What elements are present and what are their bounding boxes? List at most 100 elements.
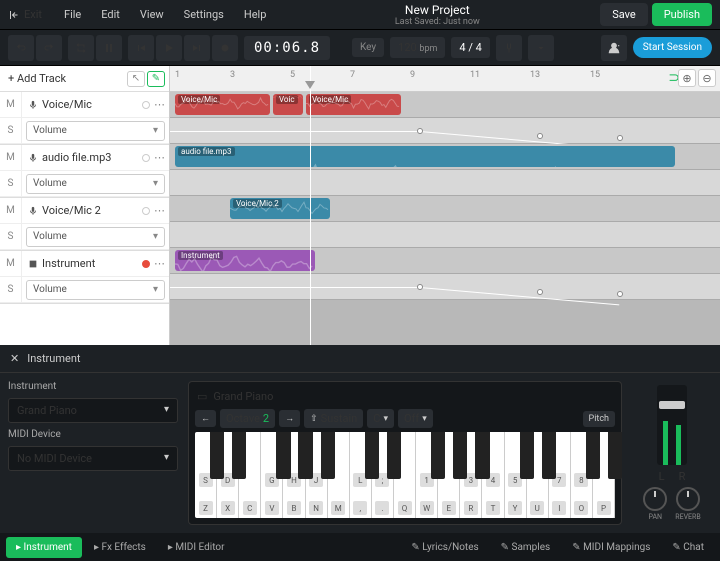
reverb-knob[interactable]: [676, 487, 700, 511]
arranger-lane[interactable]: audio file.mp3: [170, 144, 720, 170]
midi-device-select[interactable]: No MIDI Device: [8, 446, 178, 471]
start-session-button[interactable]: Start Session: [633, 37, 712, 58]
volume-select[interactable]: Volume: [26, 227, 165, 247]
piano-black-key[interactable]: [232, 432, 246, 479]
playhead[interactable]: [310, 66, 311, 345]
key-selector[interactable]: Key: [352, 38, 384, 57]
timecode-display[interactable]: 00:06.8: [244, 36, 330, 60]
volume-select[interactable]: Volume: [26, 121, 165, 141]
publish-button[interactable]: Publish: [652, 3, 712, 26]
piano-black-key[interactable]: [520, 432, 534, 479]
tool-pointer[interactable]: ↖: [127, 71, 145, 87]
audio-clip[interactable]: Instrument: [175, 250, 315, 271]
tool-draw[interactable]: ✎: [147, 71, 165, 87]
add-track-button[interactable]: + Add Track ↖ ✎: [0, 66, 169, 92]
exit-button[interactable]: Exit: [8, 8, 42, 21]
metronome-button[interactable]: [96, 35, 122, 61]
menu-help[interactable]: Help: [236, 4, 275, 25]
bottom-tab-instrument[interactable]: ▸ Instrument: [6, 537, 82, 558]
piano-black-key[interactable]: [387, 432, 401, 479]
bpm-selector[interactable]: 120 bpm: [390, 37, 445, 58]
solo-button[interactable]: S: [0, 118, 22, 143]
mute-button[interactable]: M: [0, 198, 22, 223]
mute-button[interactable]: M: [0, 251, 22, 276]
track-menu-button[interactable]: ⋯: [150, 98, 169, 111]
mute-button[interactable]: M: [0, 145, 22, 170]
track-menu-button[interactable]: ⋯: [150, 204, 169, 217]
bottom-tab-chat[interactable]: ✎ Chat: [662, 537, 714, 558]
bottom-tab-fx effects[interactable]: ▸ Fx Effects: [84, 537, 156, 558]
audio-clip[interactable]: Voice/Mic 2: [230, 198, 330, 219]
arm-record-button[interactable]: [142, 101, 150, 109]
menu-edit[interactable]: Edit: [93, 4, 128, 25]
bottom-tab--ample-[interactable]: ✎ Samples: [491, 537, 561, 558]
arm-record-button[interactable]: [142, 260, 150, 268]
solo-button[interactable]: S: [0, 171, 22, 196]
pan-knob[interactable]: [643, 487, 667, 511]
arm-record-button[interactable]: [142, 207, 150, 215]
invite-user-button[interactable]: [601, 35, 627, 61]
timeline-ruler[interactable]: 13579111315 ⊃ ⊕ ⊖: [170, 66, 720, 92]
arranger-lane[interactable]: Voice/MicVoicVoice/Mic: [170, 92, 720, 118]
track-name[interactable]: Voice/Mic 2: [22, 204, 142, 217]
audio-clip[interactable]: audio file.mp3: [175, 146, 675, 167]
arranger-lane[interactable]: [170, 118, 720, 144]
play-button[interactable]: [156, 35, 182, 61]
zoom-in-button[interactable]: ⊕: [678, 69, 696, 87]
off-select[interactable]: Off ▾: [398, 409, 433, 428]
audio-clip[interactable]: Voic: [273, 94, 303, 115]
track-menu-button[interactable]: ⋯: [150, 151, 169, 164]
solo-button[interactable]: S: [0, 277, 22, 302]
bottom-tab-midi mapping-[interactable]: ✎ MIDI Mappings: [562, 537, 660, 558]
octave-up-button[interactable]: →: [279, 410, 300, 427]
arranger-lane[interactable]: [170, 170, 720, 196]
piano-black-key[interactable]: [453, 432, 467, 479]
volume-select[interactable]: Volume: [26, 174, 165, 194]
arranger-lane[interactable]: [170, 274, 720, 300]
mute-button[interactable]: M: [0, 92, 22, 117]
sustain-button[interactable]: ⇧ Sustain: [304, 409, 363, 428]
piano-black-key[interactable]: [475, 432, 489, 479]
track-name[interactable]: Instrument: [22, 257, 142, 270]
arranger-lane[interactable]: Instrument: [170, 248, 720, 274]
skip-back-button[interactable]: [128, 35, 154, 61]
redo-button[interactable]: [36, 35, 62, 61]
piano-black-key[interactable]: [586, 432, 600, 479]
loop-button[interactable]: [68, 35, 94, 61]
save-button[interactable]: Save: [600, 3, 648, 26]
piano-black-key[interactable]: [298, 432, 312, 479]
octave-down-button[interactable]: ←: [195, 410, 216, 427]
undo-button[interactable]: [8, 35, 34, 61]
record-button[interactable]: [212, 35, 238, 61]
arranger-lane[interactable]: Voice/Mic 2: [170, 196, 720, 222]
track-name[interactable]: audio file.mp3: [22, 151, 142, 164]
piano-black-key[interactable]: [321, 432, 335, 479]
volume-select[interactable]: Volume: [26, 280, 165, 300]
tuning-fork-button[interactable]: [496, 35, 522, 61]
close-icon[interactable]: ✕: [10, 352, 19, 365]
timesig-selector[interactable]: 4 / 4: [451, 37, 489, 58]
piano-black-key[interactable]: [210, 432, 224, 479]
audio-clip[interactable]: Voice/Mic: [306, 94, 401, 115]
bottom-tab-lyric--note-[interactable]: ✎ Lyrics/Notes: [401, 537, 488, 558]
piano-black-key[interactable]: [431, 432, 445, 479]
instrument-panel-header[interactable]: ✕ Instrument: [0, 345, 720, 373]
track-name[interactable]: Voice/Mic: [22, 98, 142, 111]
piano-black-key[interactable]: [542, 432, 556, 479]
solo-button[interactable]: S: [0, 224, 22, 249]
piano-keyboard[interactable]: SZDXCGVHBJNML,;.Q1WE3R4T5YU7I8OP: [195, 432, 615, 518]
skip-fwd-button[interactable]: [184, 35, 210, 61]
menu-file[interactable]: File: [56, 4, 89, 25]
note-select[interactable]: C ▾: [367, 409, 394, 428]
arranger-lane[interactable]: [170, 222, 720, 248]
dropdown-button[interactable]: [528, 35, 554, 61]
piano-black-key[interactable]: [276, 432, 290, 479]
zoom-out-button[interactable]: ⊖: [698, 69, 716, 87]
bottom-tab-midi editor[interactable]: ▸ MIDI Editor: [158, 537, 235, 558]
pitch-button[interactable]: Pitch: [583, 411, 615, 427]
volume-meter[interactable]: [657, 385, 687, 465]
audio-clip[interactable]: Voice/Mic: [175, 94, 270, 115]
piano-black-key[interactable]: [365, 432, 379, 479]
menu-view[interactable]: View: [132, 4, 172, 25]
menu-settings[interactable]: Settings: [176, 4, 232, 25]
